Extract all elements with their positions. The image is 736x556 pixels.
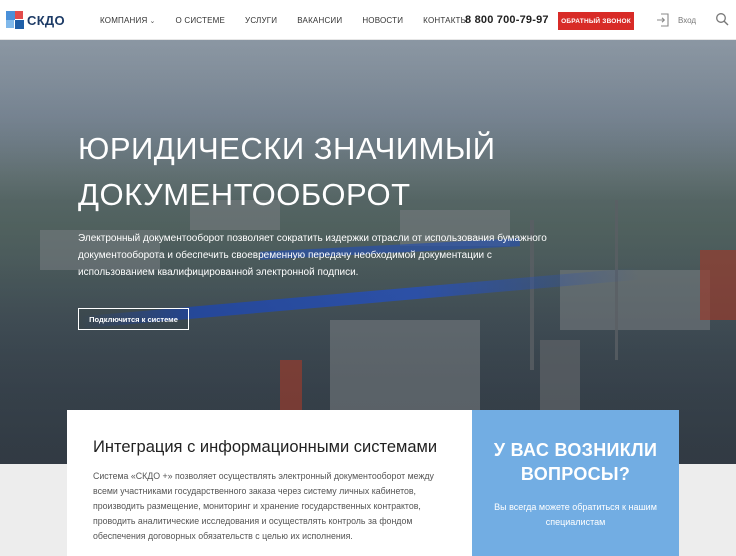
nav-item-company[interactable]: КОМПАНИЯ ⌄ (100, 16, 156, 25)
nav-item-label: КОМПАНИЯ (100, 15, 148, 25)
login-label: Вход (678, 15, 697, 25)
search-icon[interactable] (715, 12, 729, 26)
nav-item-vacancies[interactable]: ВАКАНСИИ (297, 16, 342, 25)
hero-banner: ЮРИДИЧЕСКИ ЗНАЧИМЫЙ ДОКУМЕНТООБОРОТ Элек… (0, 40, 736, 464)
logo-icon (6, 11, 24, 29)
chevron-down-icon: ⌄ (149, 17, 156, 25)
questions-title: У ВАС ВОЗНИКЛИ ВОПРОСЫ? (493, 440, 658, 484)
integration-title: Интеграция с информационными системами (93, 438, 438, 456)
login-link[interactable]: Вход (656, 12, 696, 28)
questions-text: Вы всегда можете обратиться к нашим спец… (494, 502, 657, 527)
logo[interactable]: СКДО (6, 9, 65, 31)
integration-text: Система «СКДО +» позволяет осуществлять … (93, 471, 434, 541)
main-nav: КОМПАНИЯ ⌄ О СИСТЕМЕ УСЛУГИ ВАКАНСИИ НОВО… (100, 0, 488, 40)
logo-text: СКДО (27, 12, 65, 28)
nav-item-about[interactable]: О СИСТЕМЕ (176, 16, 226, 25)
hero-title-line: ДОКУМЕНТООБОРОТ (78, 177, 411, 212)
hero-title: ЮРИДИЧЕСКИ ЗНАЧИМЫЙ ДОКУМЕНТООБОРОТ (78, 126, 638, 218)
phone-number[interactable]: 8 800 700-79-97 (465, 14, 549, 26)
hero-title-line: ЮРИДИЧЕСКИ ЗНАЧИМЫЙ (78, 131, 496, 166)
hero-description: Электронный документооборот позволяет со… (78, 233, 547, 278)
nav-item-news[interactable]: НОВОСТИ (362, 16, 403, 25)
callback-button[interactable]: ОБРАТНЫЙ ЗВОНОК (558, 12, 634, 30)
connect-button[interactable]: Подключится к системе (78, 308, 189, 330)
questions-card[interactable]: У ВАС ВОЗНИКЛИ ВОПРОСЫ? Вы всегда можете… (472, 410, 679, 556)
integration-card: Интеграция с информационными системами С… (67, 410, 472, 556)
nav-item-contacts[interactable]: КОНТАКТЫ (423, 16, 468, 25)
nav-item-services[interactable]: УСЛУГИ (245, 16, 277, 25)
site-header: СКДО КОМПАНИЯ ⌄ О СИСТЕМЕ УСЛУГИ ВАКАНСИИ… (0, 0, 736, 40)
login-icon (657, 13, 669, 27)
